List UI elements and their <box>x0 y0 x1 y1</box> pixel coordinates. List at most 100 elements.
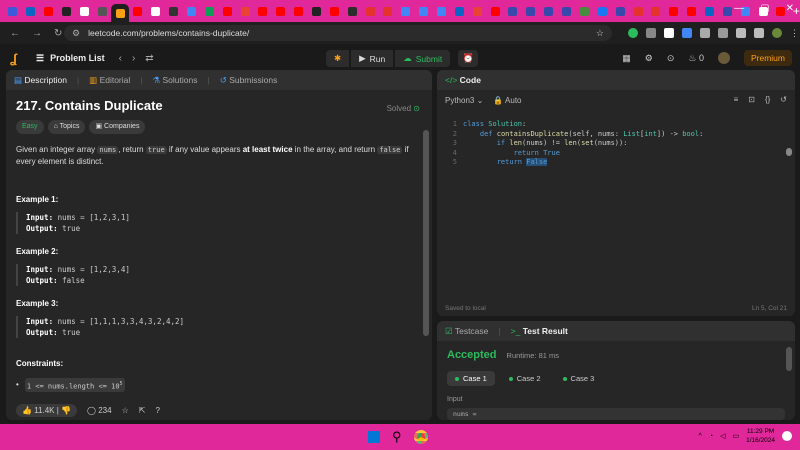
tab-submissions[interactable]: ↺ Submissions <box>220 75 278 86</box>
browser-tab[interactable] <box>308 3 326 19</box>
browser-tab[interactable] <box>165 3 183 19</box>
case-tab-1[interactable]: Case 1 <box>447 371 495 386</box>
browser-tab[interactable] <box>93 3 111 19</box>
extension-icon[interactable] <box>682 28 692 38</box>
code-content[interactable]: class Solution: def containsDuplicate(se… <box>463 120 703 168</box>
minimize-button[interactable]: — <box>734 3 744 14</box>
browser-tab[interactable] <box>576 3 594 19</box>
browser-tab[interactable] <box>218 3 236 19</box>
browser-tab[interactable] <box>40 3 58 19</box>
format-icon[interactable]: ≡ <box>734 95 739 104</box>
user-avatar[interactable] <box>717 52 730 64</box>
browser-tab[interactable] <box>647 3 665 19</box>
reset-icon[interactable]: ↺ <box>780 95 787 104</box>
browser-tab[interactable] <box>415 3 433 19</box>
result-scrollbar[interactable] <box>786 347 792 371</box>
browser-tab[interactable] <box>183 3 201 19</box>
puzzle-icon[interactable] <box>718 28 728 38</box>
premium-button[interactable]: Premium <box>743 50 792 66</box>
tab-description[interactable]: ▤ Description <box>14 75 67 86</box>
description-scrollbar[interactable] <box>423 130 429 336</box>
timer-button[interactable]: ⏰ <box>458 50 479 67</box>
browser-tab[interactable] <box>397 3 415 19</box>
case-tab-3[interactable]: Case 3 <box>555 371 603 386</box>
browser-tab[interactable] <box>4 3 22 19</box>
browser-tab[interactable] <box>343 3 361 19</box>
companies-button[interactable]: ▣ Companies <box>89 120 146 134</box>
url-text[interactable]: leetcode.com/problems/contains-duplicate… <box>88 28 249 38</box>
reload-icon[interactable]: ↻ <box>54 28 62 39</box>
battery-icon[interactable]: ▭ <box>732 432 739 440</box>
topics-button[interactable]: ⌂ Topics <box>47 120 86 134</box>
browser-tab[interactable] <box>558 3 576 19</box>
settings-gear-icon[interactable]: ⚙ <box>645 53 653 64</box>
problem-list-link[interactable]: ☰ Problem List <box>36 53 105 64</box>
code-editor[interactable]: 1 2 3 4 5 class Solution: def containsDu… <box>437 110 795 260</box>
browser-tab[interactable] <box>22 3 40 19</box>
tab-editorial[interactable]: ▥ Editorial <box>89 75 130 86</box>
extension-icon[interactable] <box>628 28 638 38</box>
url-bar[interactable]: ⚙ leetcode.com/problems/contains-duplica… <box>64 25 612 41</box>
problem-title[interactable]: 217. Contains Duplicate <box>16 99 422 112</box>
extension-icon[interactable] <box>646 28 656 38</box>
like-button[interactable]: 👍 11.4K | 👎 <box>16 403 78 417</box>
braces-icon[interactable]: {} <box>765 95 770 104</box>
browser-tab[interactable] <box>504 3 522 19</box>
layout-icon[interactable]: ▦ <box>622 53 631 64</box>
browser-tab[interactable] <box>433 3 451 19</box>
help-icon[interactable]: ? <box>155 406 159 415</box>
next-problem-icon[interactable]: › <box>132 53 135 64</box>
extension-icon[interactable] <box>664 28 674 38</box>
windows-start-icon[interactable] <box>368 431 380 443</box>
browser-tab[interactable] <box>593 3 611 19</box>
browser-tab[interactable] <box>58 3 76 19</box>
browser-tab[interactable] <box>325 3 343 19</box>
prev-problem-icon[interactable]: ‹ <box>119 53 122 64</box>
tab-test-result[interactable]: >_ Test Result <box>511 326 568 336</box>
streak-counter[interactable]: ♨ 0 <box>688 53 704 64</box>
browser-tab[interactable] <box>147 3 165 19</box>
maximize-button[interactable]: ▢ <box>760 3 769 14</box>
browser-tab[interactable] <box>486 3 504 19</box>
forward-icon[interactable]: → <box>32 28 42 39</box>
debug-button[interactable]: ✱ <box>326 50 350 67</box>
close-window-button[interactable]: ✕ <box>786 3 794 14</box>
case-tab-2[interactable]: Case 2 <box>501 371 549 386</box>
notifications-icon[interactable]: ⊙ <box>667 53 675 64</box>
search-icon[interactable]: ⚲ <box>392 429 402 445</box>
code-tab[interactable]: </> Code <box>445 75 481 85</box>
browser-tab[interactable] <box>611 3 629 19</box>
editor-scrollbar[interactable] <box>786 148 792 156</box>
browser-tab[interactable] <box>236 3 254 19</box>
browser-menu-icon[interactable]: ⋮ <box>790 28 799 38</box>
favorite-star-icon[interactable]: ☆ <box>122 406 129 415</box>
notification-badge[interactable] <box>782 431 792 441</box>
auto-toggle[interactable]: 🔒 Auto <box>493 96 521 105</box>
tray-expand-icon[interactable]: ^ <box>699 433 702 440</box>
browser-tab[interactable] <box>540 3 558 19</box>
bookmark-icon[interactable]: ⊡ <box>748 95 755 104</box>
reading-list-icon[interactable] <box>736 28 746 38</box>
volume-icon[interactable]: ◁ <box>720 432 725 440</box>
site-info-icon[interactable]: ⚙ <box>72 28 80 39</box>
language-select[interactable]: Python3 ⌄ <box>445 96 483 105</box>
browser-tab[interactable] <box>683 3 701 19</box>
submit-button[interactable]: ☁ Submit <box>395 50 451 67</box>
browser-tab[interactable] <box>200 3 218 19</box>
browser-tab[interactable] <box>272 3 290 19</box>
taskbar-clock[interactable]: 11:29 PM 1/16/2024 <box>746 427 775 445</box>
browser-tab[interactable] <box>129 3 147 19</box>
sidepanel-icon[interactable] <box>754 28 764 38</box>
browser-tab[interactable] <box>254 3 272 19</box>
browser-tab[interactable] <box>75 3 93 19</box>
browser-tab[interactable] <box>468 3 486 19</box>
browser-tab[interactable] <box>379 3 397 19</box>
browser-tab[interactable] <box>450 3 468 19</box>
share-icon[interactable]: ⇱ <box>139 406 146 415</box>
browser-tab[interactable] <box>665 3 683 19</box>
browser-tab-active[interactable] <box>111 4 130 22</box>
extension-icon[interactable] <box>700 28 710 38</box>
browser-tab[interactable] <box>361 3 379 19</box>
browser-tab[interactable] <box>629 3 647 19</box>
shuffle-icon[interactable]: ⇄ <box>145 53 153 64</box>
